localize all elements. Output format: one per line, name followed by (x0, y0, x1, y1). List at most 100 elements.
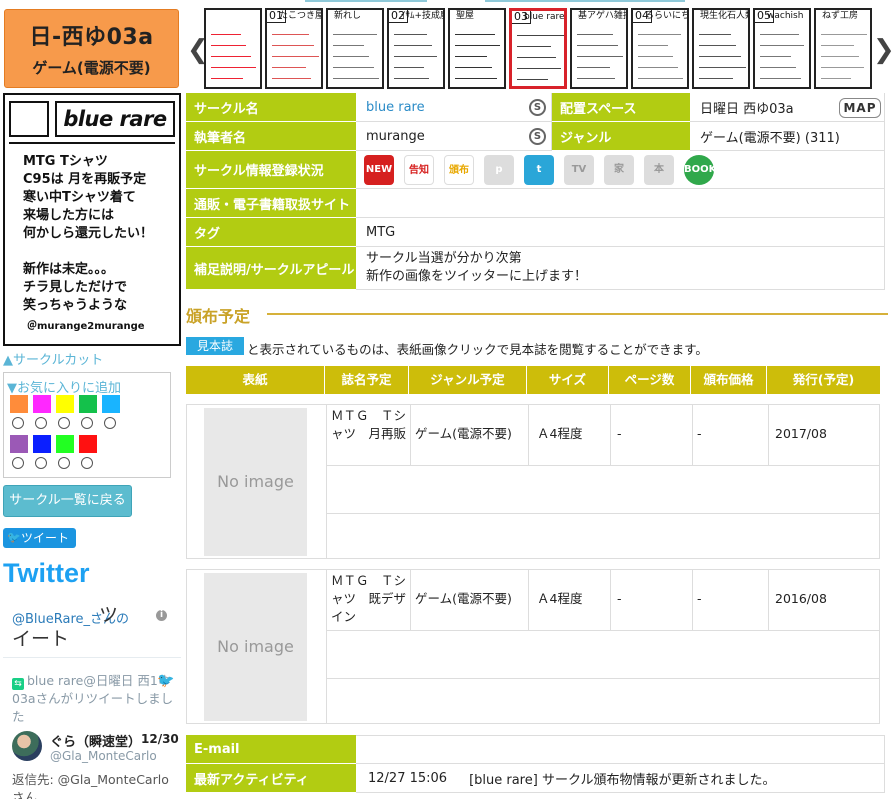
favorite-color-radio[interactable] (12, 417, 24, 429)
item-title: ＭＴＧ Ｔシャツ 月再販 (326, 405, 410, 465)
circle-thumbnail[interactable]: 03 blue rare (509, 8, 567, 89)
item-size: Ａ4程度 (528, 405, 610, 465)
favorite-color-swatch (79, 435, 97, 453)
thumbnail-art-stroke (638, 67, 678, 68)
favorite-color-radio[interactable] (58, 457, 70, 469)
search-icon[interactable]: S (529, 99, 546, 116)
circle-thumbnail[interactable] (204, 8, 262, 89)
item-title: ＭＴＧ Ｔシャツ 既デザイン (326, 570, 410, 630)
cut-checkbox-area (9, 101, 49, 137)
thumbnail-art-stroke (760, 56, 791, 57)
thumbnail-art (575, 26, 623, 84)
header-genre: ジャンル予定 (409, 366, 527, 394)
info-icon[interactable]: i (156, 610, 167, 621)
thumbnail-art-stroke (577, 34, 613, 35)
book-icon[interactable]: 本 (644, 155, 674, 185)
chevron-right-icon[interactable]: ❯ (873, 35, 892, 65)
back-to-list-button[interactable]: サークル一覧に戻る (3, 485, 132, 517)
thumbnail-art-stroke (272, 78, 311, 79)
header-title: 誌名予定 (325, 366, 409, 394)
thumbnail-art-stroke (333, 45, 364, 46)
thumbnail-art-stroke (821, 67, 864, 68)
thumbnail-art (758, 26, 806, 84)
book-on-icon[interactable]: BOOK (684, 155, 716, 185)
tumblr-icon[interactable]: t (524, 155, 554, 185)
thumbnail-art-stroke (577, 67, 610, 68)
thumbnail-art-stroke (455, 67, 492, 68)
author-value: murange (356, 122, 552, 151)
circle-cut-link[interactable]: ▲サークルカット (3, 349, 103, 368)
thumbnail-art (819, 26, 867, 84)
thumbnail-art-stroke (394, 56, 437, 57)
circle-thumbnail[interactable]: 05 wachish (753, 8, 811, 89)
circle-thumbnail[interactable]: ねず工房 (814, 8, 872, 89)
tweet-user-name[interactable]: ぐら（瞬速堂） (50, 731, 141, 750)
circle-thumbnail[interactable]: 04ろらいにちゃん (631, 8, 689, 89)
cut-signature: ＠murange2murange (27, 321, 145, 332)
thumbnail-art-stroke (821, 78, 851, 79)
circle-name-link[interactable]: blue rare (366, 100, 425, 115)
circle-thumbnail[interactable]: 01 たこつき屋 (265, 8, 323, 89)
sample-note: と表示されているものは、表紙画像クリックで見本誌を閲覧することができます。 (247, 342, 708, 357)
new-icon[interactable]: NEW (364, 155, 394, 185)
thumbnail-art-stroke (517, 57, 556, 58)
tweet-author[interactable]: ぐら（瞬速堂） 12/30 @Gla_MonteCarlo (12, 731, 179, 765)
favorite-title[interactable]: ▼お気に入りに追加 (7, 377, 121, 396)
favorite-color-radio[interactable] (58, 417, 70, 429)
status-icons-cell: NEW 告知 頒布 p t TV 家本 BOOK (356, 151, 885, 189)
item-price: - (692, 570, 768, 630)
thumbnail-art-stroke (821, 45, 854, 46)
distribution-item: No image ＭＴＧ Ｔシャツ 既デザイン ゲーム(電源不要) Ａ4程度 -… (186, 569, 880, 724)
home-icon[interactable]: 家 (604, 155, 634, 185)
thumbnail-art (392, 26, 440, 84)
circle-cut-image[interactable]: blue rare MTG Tシャツ C95は 月を再販予定 寒い中Tシャツ着て… (3, 93, 181, 346)
thumbnail-art-stroke (577, 78, 615, 79)
avatar[interactable] (12, 731, 42, 761)
favorite-color-radio[interactable] (104, 417, 116, 429)
distribution-icon[interactable]: 頒布 (444, 155, 474, 185)
status-label: サークル情報登録状況 (186, 151, 356, 189)
circle-thumbnail[interactable]: 聖屋 (448, 8, 506, 89)
header-cover: 表紙 (186, 366, 325, 394)
favorite-color-radio[interactable] (81, 457, 93, 469)
thumbnail-art (331, 26, 379, 84)
circle-thumbnail[interactable]: 新れし (326, 8, 384, 89)
tweet-button[interactable]: 🐦 ツイート (3, 528, 76, 548)
email-value (356, 735, 885, 764)
thumbnail-art-stroke (272, 45, 314, 46)
circle-thumbnail[interactable]: 02ｲｻﾑ+技成魔晶 (387, 8, 445, 89)
cover-placeholder[interactable]: No image (204, 408, 307, 556)
circle-thumbnail[interactable]: 現生化石人類 (692, 8, 750, 89)
favorite-color-swatch (56, 395, 74, 413)
activity-value: 12/27 15:06 [blue rare] サークル頒布物情報が更新されまし… (356, 764, 885, 793)
favorite-color-radio[interactable] (35, 417, 47, 429)
thumbnail-art-stroke (211, 78, 243, 79)
thumbnail-art-stroke (821, 56, 859, 57)
thumbnail-art-stroke (699, 67, 746, 68)
favorite-color-swatch (56, 435, 74, 453)
thumbnail-art-stroke (394, 34, 427, 35)
shop-label: 通販・電子書籍取扱サイト (186, 189, 356, 218)
tweet-user-handle[interactable]: @Gla_MonteCarlo (50, 749, 157, 763)
thumbnail-art-stroke (455, 78, 497, 79)
circle-thumbnail[interactable]: 基アゲハ雑技屋 (570, 8, 628, 89)
item-date: 2016/08 (768, 570, 880, 630)
tweet-date[interactable]: 12/30 (141, 732, 179, 746)
tweet-reply-to: 返信先: @Gla_MonteCarloさん (12, 772, 169, 799)
map-button[interactable]: MAP (839, 98, 881, 118)
thumbnail-art-stroke (760, 45, 804, 46)
header-size: サイズ (527, 366, 609, 394)
twitter-header-suffix: ツ (99, 604, 119, 626)
favorite-color-radio[interactable] (12, 457, 24, 469)
search-icon[interactable]: S (529, 128, 546, 145)
thumbnail-art-stroke (272, 67, 306, 68)
cover-placeholder[interactable]: No image (204, 573, 307, 721)
item-price: - (692, 405, 768, 465)
announce-icon[interactable]: 告知 (404, 155, 434, 185)
pixiv-icon[interactable]: p (484, 155, 514, 185)
twitter-logo[interactable]: Twitter (3, 558, 90, 589)
booth-genre: ゲーム(電源不要) (32, 59, 151, 77)
tv-icon[interactable]: TV (564, 155, 594, 185)
favorite-color-radio[interactable] (35, 457, 47, 469)
favorite-color-radio[interactable] (81, 417, 93, 429)
